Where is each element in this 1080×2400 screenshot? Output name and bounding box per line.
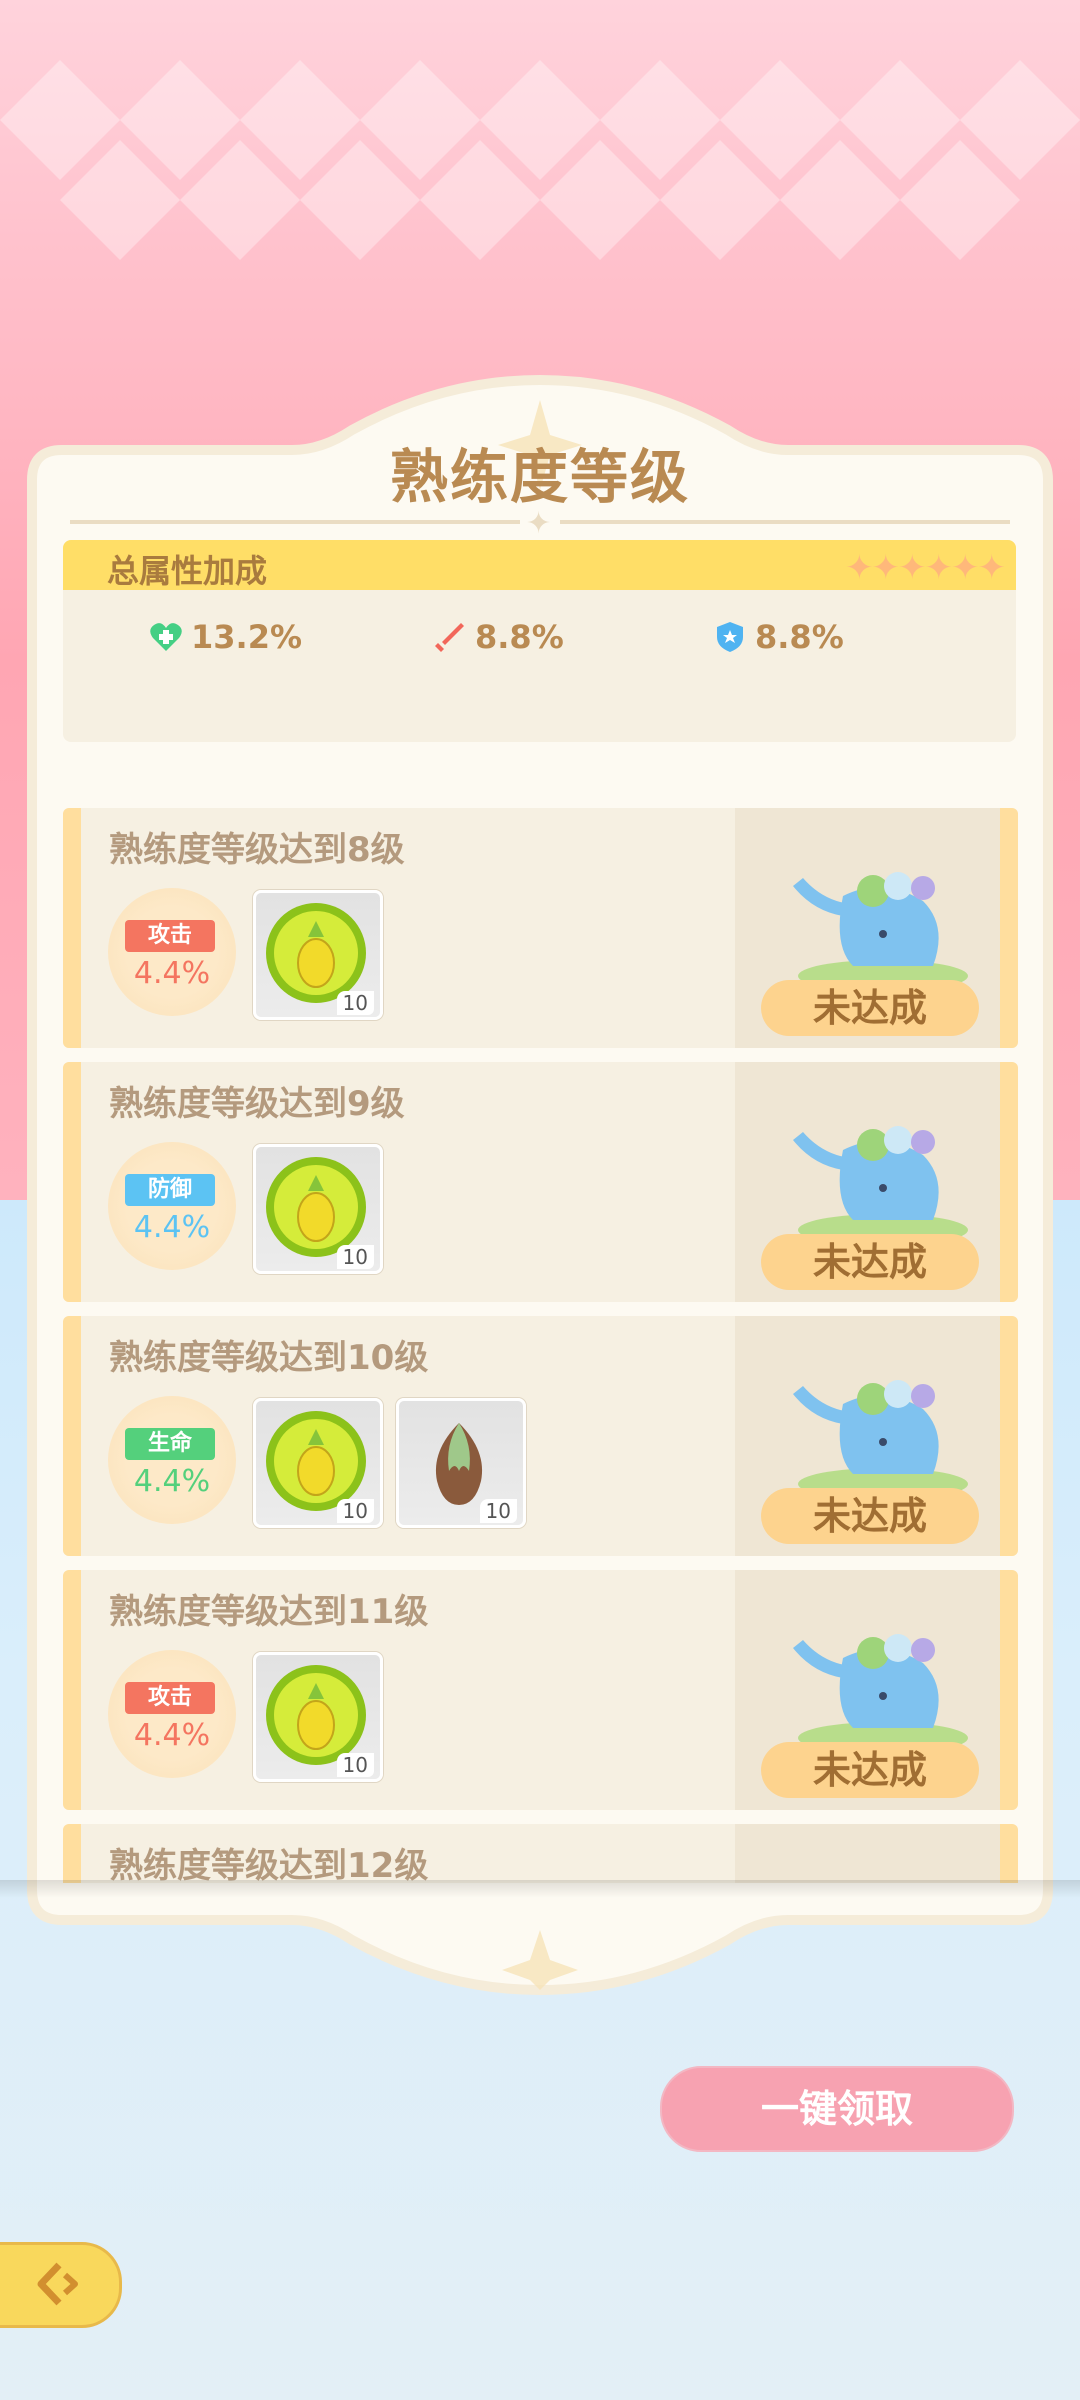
reward-item-slot[interactable]: 10 (253, 890, 383, 1020)
bonus-badge: 防御 4.4% (108, 1142, 236, 1270)
list-bottom-shadow (0, 1880, 1080, 1898)
reward-item-count: 10 (336, 1499, 374, 1523)
card-accent-left (63, 1316, 81, 1556)
attack-sword-icon (435, 623, 464, 652)
claim-all-button[interactable]: 一键领取 (660, 2066, 1014, 2152)
attr-defense-value: 8.8% (755, 618, 844, 656)
milestone-title: 熟练度等级达到8级 (109, 830, 405, 870)
bonus-badge: 攻击 4.4% (108, 1650, 236, 1778)
reward-item-slot[interactable]: 10 (253, 1398, 383, 1528)
elephant-watering-can-icon (793, 1126, 968, 1246)
title-divider-left (70, 520, 520, 524)
card-accent-right (1000, 1570, 1018, 1810)
status-button[interactable]: 未达成 (761, 980, 979, 1036)
bonus-tag: 攻击 (125, 920, 215, 952)
milestone-title: 熟练度等级达到12级 (109, 1846, 429, 1883)
bonus-badge: 攻击 4.4% (108, 888, 236, 1016)
health-heart-icon (150, 623, 182, 651)
reward-item-slot[interactable]: 10 (396, 1398, 526, 1528)
sparkle-icon: ✦ (526, 506, 552, 541)
attr-attack: 8.8% (433, 612, 564, 662)
status-button[interactable]: 未达成 (761, 1488, 979, 1544)
card-accent-left (63, 1824, 81, 1883)
bonus-value: 4.4% (133, 1464, 211, 1499)
milestone-title: 熟练度等级达到10级 (109, 1338, 429, 1378)
page-title: 熟练度等级 (389, 443, 690, 511)
milestone-card-10: 熟练度等级达到10级 生命 4.4% 10 10 未达成 (63, 1316, 1018, 1556)
milestone-card-12: 熟练度等级达到12级 (63, 1824, 1018, 1883)
milestone-card-11: 熟练度等级达到11级 攻击 4.4% 10 未达成 (63, 1570, 1018, 1810)
card-accent-right (1000, 808, 1018, 1048)
elephant-watering-can-icon (793, 1634, 968, 1754)
reward-item-slot[interactable]: 10 (253, 1144, 383, 1274)
star-rating: ✦✦✦✦✦✦ (845, 548, 1006, 588)
attr-health-value: 13.2% (191, 618, 303, 656)
card-accent-left (63, 1570, 81, 1810)
bonus-value: 4.4% (133, 1210, 211, 1245)
defense-shield-icon (717, 622, 743, 652)
card-accent-right (1000, 1824, 1018, 1883)
card-accent-left (63, 1062, 81, 1302)
elephant-watering-can-icon (793, 1380, 968, 1500)
status-button[interactable]: 未达成 (761, 1234, 979, 1290)
reward-item-count: 10 (336, 1753, 374, 1777)
reward-item-count: 10 (336, 991, 374, 1015)
attr-attack-value: 8.8% (475, 618, 564, 656)
card-accent-left (63, 808, 81, 1048)
attr-defense: 8.8% (713, 612, 844, 662)
bonus-badge: 生命 4.4% (108, 1396, 236, 1524)
elephant-watering-can-icon (793, 872, 968, 992)
reward-item-count: 10 (479, 1499, 517, 1523)
attr-health: 13.2% (149, 612, 302, 662)
bonus-tag: 生命 (125, 1428, 215, 1460)
status-button[interactable]: 未达成 (761, 1742, 979, 1798)
milestone-title: 熟练度等级达到9级 (109, 1084, 405, 1124)
card-accent-right (1000, 1062, 1018, 1302)
milestone-card-9: 熟练度等级达到9级 防御 4.4% 10 未达成 (63, 1062, 1018, 1302)
card-accent-right (1000, 1316, 1018, 1556)
milestone-title: 熟练度等级达到11级 (109, 1592, 429, 1632)
milestone-card-8: 熟练度等级达到8级 攻击 4.4% 10 未达成 (63, 808, 1018, 1048)
total-attributes-label: 总属性加成 (107, 552, 268, 590)
diamond-pattern (0, 60, 1080, 260)
back-button[interactable] (0, 2242, 122, 2328)
bonus-value: 4.4% (133, 1718, 211, 1753)
title-divider-right (560, 520, 1010, 524)
reward-item-slot[interactable]: 10 (253, 1652, 383, 1782)
total-attributes-header: 总属性加成 ✦✦✦✦✦✦ (63, 540, 1016, 590)
bonus-tag: 攻击 (125, 1682, 215, 1714)
total-attributes-box: 总属性加成 ✦✦✦✦✦✦ 13.2% 8.8% 8.8% (63, 540, 1016, 742)
bonus-tag: 防御 (125, 1174, 215, 1206)
back-arrow-icon (37, 2262, 78, 2306)
reward-item-count: 10 (336, 1245, 374, 1269)
milestone-list[interactable]: 熟练度等级达到8级 攻击 4.4% 10 未达成 熟练度等级达到9级 防御 4.… (63, 808, 1018, 1883)
bonus-value: 4.4% (133, 956, 211, 991)
